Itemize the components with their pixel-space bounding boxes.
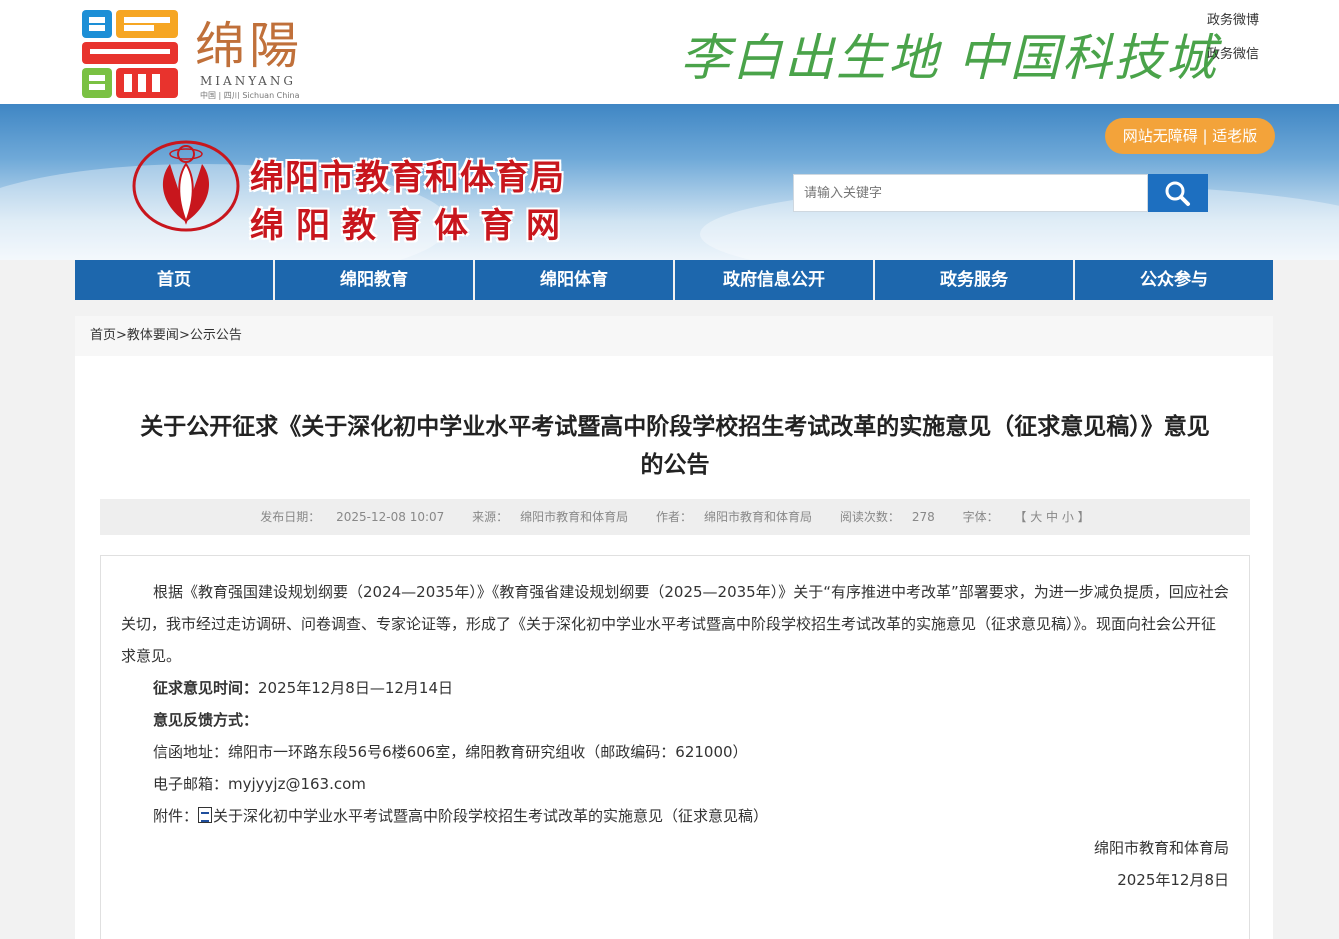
article-title-line2: 的公告: [640, 452, 710, 478]
font-size-control: 字体： 【 大 中 小 】: [957, 510, 1096, 524]
nav-item-mianyang-education[interactable]: 绵阳教育: [275, 260, 475, 300]
mailing-address: 信函地址：绵阳市一环路东段56号6楼606室，绵阳教育研究组收（邮政编码：621…: [153, 736, 748, 768]
signature-organization: 绵阳市教育和体育局: [1093, 839, 1229, 857]
attachment-link[interactable]: 关于深化初中学业水平考试暨高中阶段学校招生考试改革的实施意见（征求意见稿）: [213, 807, 768, 825]
site-title-primary: 绵阳市教育和体育局: [250, 158, 565, 198]
logo-subtitle: 中国 | 四川 Sichuan China: [200, 91, 300, 100]
font-size-label: 字体：: [962, 510, 999, 524]
article-meta-bar: 发布日期： 2025-12-08 10:07 来源： 绵阳市教育和体育局 作者： 绵…: [100, 499, 1250, 535]
nav-item-gov-info-disclosure[interactable]: 政府信息公开: [675, 260, 875, 300]
author-value: 绵阳市教育和体育局: [703, 510, 812, 524]
publish-date-value: 2025-12-08 10:07: [336, 510, 445, 524]
publish-date-label: 发布日期：: [260, 510, 321, 524]
content-panel: 首页>教体要闻>公示公告 关于公开征求《关于深化初中学业水平考试暨高中阶段学校招…: [75, 316, 1273, 939]
search-box: [793, 174, 1148, 212]
email-label: 电子邮箱：: [153, 775, 229, 793]
breadcrumb-separator: >: [116, 328, 127, 343]
view-count: 阅读次数： 278: [834, 510, 941, 524]
author-label: 作者：: [655, 510, 692, 524]
email-value: myjyyjz@163.com: [228, 775, 366, 793]
gov-weixin-link[interactable]: 政务微信: [1207, 43, 1259, 62]
feedback-method-label: 意见反馈方式：: [153, 711, 259, 729]
breadcrumb-news-link[interactable]: 教体要闻: [127, 328, 179, 343]
site-banner: 绵阳市教育和体育局 绵阳教育体育网 网站无障碍 | 适老版: [0, 104, 1339, 260]
word-document-icon: [198, 807, 213, 823]
logo-english-text: MIANYANG: [200, 74, 296, 88]
source-label: 来源：: [472, 510, 509, 524]
consultation-period-label: 征求意见时间：: [153, 679, 259, 697]
gov-weibo-link[interactable]: 政务微博: [1207, 9, 1259, 28]
article-author: 作者： 绵阳市教育和体育局: [650, 510, 818, 524]
consultation-period: 征求意见时间：2025年12月8日—12月14日: [153, 672, 453, 704]
search-icon: [1165, 181, 1190, 206]
article-title: 关于公开征求《关于深化初中学业水平考试暨高中阶段学校招生考试改革的实施意见（征求…: [100, 408, 1250, 484]
email-contact: 电子邮箱：myjyyjz@163.com: [153, 768, 366, 800]
breadcrumb-separator: >: [178, 328, 190, 343]
view-count-label: 阅读次数：: [839, 510, 900, 524]
top-header: 绵陽 MIANYANG 中国 | 四川 Sichuan China 李白出生地 …: [0, 0, 1339, 104]
article-intro-paragraph: 根据《教育强国建设规划纲要（2024—2035年）》《教育强省建设规划纲要（20…: [121, 583, 1229, 665]
nav-item-public-participation[interactable]: 公众参与: [1075, 260, 1273, 300]
mailing-address-value: 绵阳市一环路东段56号6楼606室，绵阳教育研究组收（邮政编码：621000）: [228, 743, 748, 761]
breadcrumb-home-link[interactable]: 首页: [90, 328, 116, 343]
attachment-row: 附件： 关于深化初中学业水平考试暨高中阶段学校招生考试改革的实施意见（征求意见稿）: [153, 800, 768, 832]
article-source: 来源： 绵阳市教育和体育局: [466, 510, 634, 524]
search-input[interactable]: [794, 175, 1147, 211]
education-bureau-emblem-icon: [132, 140, 240, 232]
feedback-method: 意见反馈方式：: [153, 704, 258, 736]
consultation-period-value: 2025年12月8日—12月14日: [258, 679, 453, 697]
breadcrumb: 首页>教体要闻>公示公告: [75, 316, 1273, 356]
font-size-options[interactable]: 【 大 中 小 】: [1014, 510, 1089, 524]
nav-item-home[interactable]: 首页: [75, 260, 275, 300]
attachment-label: 附件：: [153, 807, 199, 825]
search-button[interactable]: [1148, 174, 1208, 212]
nav-item-gov-services[interactable]: 政务服务: [875, 260, 1075, 300]
source-value: 绵阳市教育和体育局: [520, 510, 629, 524]
view-count-value: 278: [911, 510, 935, 524]
nav-item-mianyang-sports[interactable]: 绵阳体育: [475, 260, 675, 300]
publish-date: 发布日期： 2025-12-08 10:07: [254, 510, 450, 524]
logo-chinese-text: 绵陽: [195, 17, 303, 75]
mianyang-logo-icon[interactable]: [80, 8, 180, 100]
article-body: 根据《教育强国建设规划纲要（2024—2035年）》《教育强省建设规划纲要（20…: [100, 555, 1250, 939]
article-title-line1: 关于公开征求《关于深化初中学业水平考试暨高中阶段学校招生考试改革的实施意见（征求…: [140, 414, 1210, 440]
breadcrumb-notice-link[interactable]: 公示公告: [190, 328, 242, 343]
accessibility-elderly-mode-button[interactable]: 网站无障碍 | 适老版: [1105, 118, 1275, 154]
city-slogan: 李白出生地 中国科技城: [680, 29, 1218, 87]
main-navigation: 首页 绵阳教育 绵阳体育 政府信息公开 政务服务 公众参与: [75, 260, 1273, 300]
site-title-secondary: 绵阳教育体育网: [250, 206, 572, 246]
signature-date: 2025年12月8日: [1117, 871, 1229, 889]
mailing-address-label: 信函地址：: [153, 743, 229, 761]
